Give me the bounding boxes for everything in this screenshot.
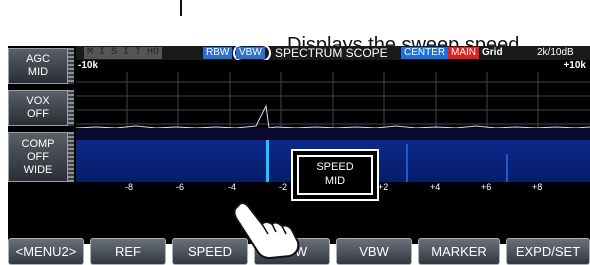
pointing-hand-icon	[233, 202, 300, 259]
expd-set-button[interactable]: EXPD/SET	[506, 238, 590, 265]
span-label: 2k/10dB	[537, 47, 574, 58]
marker-button[interactable]: MARKER	[418, 238, 500, 265]
status-bar: M I S I T HO ▸▸ RBW VBW SPECTRUM SCOPE C…	[76, 44, 590, 62]
spectrum-grid	[76, 72, 590, 140]
rbw-badge: RBW	[203, 47, 233, 59]
scope-title: SPECTRUM SCOPE	[275, 46, 388, 60]
vbw-button[interactable]: VBW	[336, 238, 412, 265]
menu2-button[interactable]: <MENU2>	[8, 238, 84, 265]
speed-popup-title: SPEED	[316, 161, 354, 173]
grid-label: Grid	[482, 47, 503, 58]
m-indicators: M I S I T HO	[84, 47, 163, 59]
vox-button[interactable]: VOX OFF	[8, 90, 68, 126]
vox-value: OFF	[27, 108, 49, 120]
comp-width: WIDE	[23, 163, 53, 176]
agc-label: AGC	[26, 53, 50, 65]
center-badge: CENTER	[401, 47, 449, 59]
agc-button[interactable]: AGC MID	[8, 48, 68, 84]
speed-popup-value: MID	[324, 175, 346, 187]
agc-value: MID	[27, 66, 49, 78]
speed-popup-inner: SPEED MID	[297, 155, 373, 195]
scale-tick: +8	[532, 182, 543, 192]
spectrum-display: -10k +10k	[76, 60, 590, 140]
comp-button[interactable]: COMP OFF WIDE	[8, 132, 68, 182]
scale-tick: -6	[176, 182, 185, 192]
comp-label: COMP	[21, 137, 55, 150]
scale-tick: -4	[228, 182, 237, 192]
scale-tick: +2	[378, 182, 389, 192]
pointer-line	[180, 0, 182, 16]
comp-value: OFF	[27, 150, 49, 163]
vox-label: VOX	[26, 95, 50, 107]
vbw-badge: VBW	[236, 47, 265, 59]
ref-button[interactable]: REF	[90, 238, 166, 265]
scale-tick: -2	[279, 182, 288, 192]
comp-level-bar	[68, 132, 74, 182]
speed-popup: SPEED MID	[291, 149, 379, 201]
agc-level-bar	[68, 48, 74, 84]
scale-tick: +4	[430, 182, 441, 192]
scale-tick: -8	[125, 182, 134, 192]
main-badge: MAIN	[448, 47, 479, 59]
scale-tick: +6	[481, 182, 492, 192]
vox-level-bar	[68, 90, 74, 126]
